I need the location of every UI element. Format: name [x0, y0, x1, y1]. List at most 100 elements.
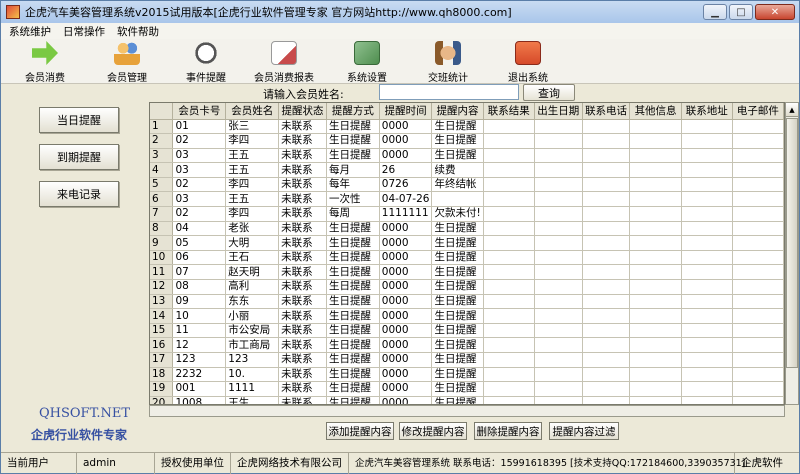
row-number[interactable]: 18	[150, 367, 174, 383]
table-cell[interactable]: 生日提醒	[431, 148, 484, 164]
table-cell[interactable]	[582, 367, 631, 383]
edit-reminder-button[interactable]: 修改提醒内容	[399, 422, 467, 440]
table-cell[interactable]	[431, 191, 484, 208]
table-cell[interactable]: 1111	[225, 381, 280, 397]
today-reminder-button[interactable]: 当日提醒	[39, 107, 119, 133]
table-cell[interactable]	[483, 250, 535, 266]
table-cell[interactable]: 1111111	[379, 206, 433, 222]
table-cell[interactable]: 06	[172, 250, 227, 266]
table-cell[interactable]	[629, 250, 682, 266]
table-cell[interactable]	[582, 162, 631, 178]
table-cell[interactable]	[732, 221, 784, 237]
table-cell[interactable]: 未联系	[278, 264, 327, 281]
table-cell[interactable]: 市公安局	[225, 323, 280, 339]
table-cell[interactable]	[534, 235, 583, 251]
column-header[interactable]: 会员姓名	[225, 103, 280, 120]
table-cell[interactable]: 生日提醒	[431, 396, 484, 404]
table-cell[interactable]: 未联系	[278, 119, 327, 135]
table-cell[interactable]: 张三	[225, 119, 280, 135]
table-cell[interactable]	[582, 294, 631, 310]
table-cell[interactable]: 李四	[225, 177, 280, 193]
table-cell[interactable]: 08	[172, 279, 227, 295]
table-row[interactable]: 7 02 李四 未联系 每周 1111111 欠款未付!	[150, 206, 784, 222]
table-cell[interactable]	[534, 294, 583, 310]
table-cell[interactable]: 0000	[379, 221, 433, 237]
table-cell[interactable]	[681, 337, 733, 353]
table-cell[interactable]: 生日提醒	[431, 235, 484, 251]
table-cell[interactable]: 王生	[225, 396, 280, 404]
table-cell[interactable]	[629, 279, 682, 295]
table-cell[interactable]: 未联系	[278, 191, 327, 208]
table-cell[interactable]	[534, 162, 583, 178]
table-cell[interactable]	[681, 396, 733, 404]
table-cell[interactable]	[681, 235, 733, 251]
row-number[interactable]: 3	[150, 148, 174, 164]
table-cell[interactable]	[732, 119, 784, 135]
member-name-search-input[interactable]	[379, 84, 519, 100]
table-cell[interactable]: 10	[172, 308, 227, 324]
row-number[interactable]: 17	[150, 352, 174, 368]
table-cell[interactable]	[534, 148, 583, 164]
table-cell[interactable]	[483, 352, 535, 368]
table-cell[interactable]: 未联系	[278, 323, 327, 339]
table-cell[interactable]: 未联系	[278, 148, 327, 164]
table-cell[interactable]: 生日提醒	[326, 119, 380, 135]
table-cell[interactable]: 未联系	[278, 177, 327, 193]
table-cell[interactable]: 02	[172, 206, 227, 222]
table-cell[interactable]: 未联系	[278, 396, 327, 404]
table-row[interactable]: 20 1008 王生 未联系 生日提醒 0000 生日提醒	[150, 396, 784, 404]
table-cell[interactable]	[629, 352, 682, 368]
table-row[interactable]: 17 123 123 未联系 生日提醒 0000 生日提醒	[150, 352, 784, 368]
table-cell[interactable]	[534, 381, 583, 397]
table-cell[interactable]	[629, 148, 682, 164]
toolbar-event-reminder-button[interactable]: 事件提醒	[176, 41, 236, 84]
table-cell[interactable]	[534, 352, 583, 368]
table-cell[interactable]: 0000	[379, 323, 433, 339]
table-cell[interactable]: 李四	[225, 206, 280, 222]
table-cell[interactable]: 生日提醒	[431, 367, 484, 383]
table-cell[interactable]: 生日提醒	[431, 352, 484, 368]
table-cell[interactable]	[732, 133, 784, 149]
table-cell[interactable]	[483, 221, 535, 237]
table-cell[interactable]: 东东	[225, 294, 280, 310]
table-cell[interactable]	[483, 119, 535, 135]
menu-help[interactable]: 软件帮助	[117, 24, 159, 39]
table-cell[interactable]: 年终结帐	[431, 177, 484, 193]
table-cell[interactable]	[681, 177, 733, 193]
table-cell[interactable]	[732, 177, 784, 193]
table-cell[interactable]	[732, 381, 784, 397]
row-number[interactable]: 12	[150, 279, 174, 295]
table-cell[interactable]	[483, 133, 535, 149]
table-cell[interactable]: 04	[172, 221, 227, 237]
table-cell[interactable]	[582, 337, 631, 353]
table-cell[interactable]	[629, 162, 682, 178]
table-cell[interactable]: 李四	[225, 133, 280, 149]
toolbar-member-manage-button[interactable]: 会员管理	[97, 41, 157, 84]
column-header[interactable]: 其他信息	[629, 103, 682, 120]
table-cell[interactable]	[732, 206, 784, 222]
table-cell[interactable]	[483, 294, 535, 310]
table-cell[interactable]	[582, 148, 631, 164]
table-cell[interactable]	[534, 279, 583, 295]
table-cell[interactable]	[582, 221, 631, 237]
row-number[interactable]: 14	[150, 308, 174, 324]
table-row[interactable]: 6 03 王五 未联系 一次性 04-07-26	[150, 191, 784, 208]
table-cell[interactable]	[732, 308, 784, 324]
table-cell[interactable]	[483, 396, 535, 404]
table-cell[interactable]	[582, 250, 631, 266]
table-cell[interactable]: 0000	[379, 352, 433, 368]
table-cell[interactable]: 03	[172, 191, 227, 208]
table-cell[interactable]	[629, 337, 682, 353]
table-cell[interactable]: 0726	[379, 177, 433, 193]
table-cell[interactable]	[534, 119, 583, 135]
table-cell[interactable]: 12	[172, 337, 227, 353]
table-cell[interactable]	[483, 323, 535, 339]
reminder-grid[interactable]: 会员卡号 会员姓名 提醒状态 提醒方式 提醒时间 提醒内容 联系结果 出生日期 联系电话 其他信息…	[149, 102, 785, 405]
table-cell[interactable]: 0000	[379, 294, 433, 310]
table-cell[interactable]: 生日提醒	[326, 381, 380, 397]
table-cell[interactable]	[629, 381, 682, 397]
table-row[interactable]: 18 2232 10. 未联系 生日提醒 0000 生日提醒	[150, 367, 784, 383]
scroll-up-icon[interactable]: ▲	[786, 103, 798, 117]
table-cell[interactable]: 生日提醒	[326, 367, 380, 383]
table-cell[interactable]	[582, 119, 631, 135]
